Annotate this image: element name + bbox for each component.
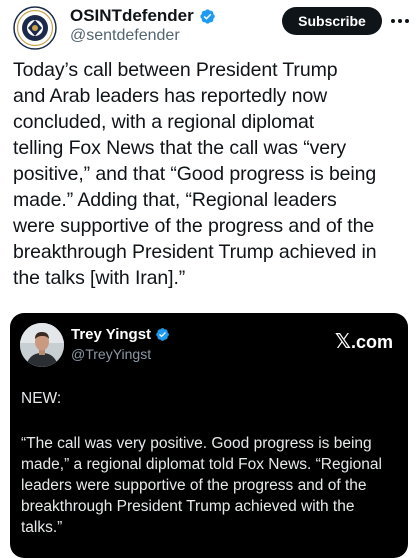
quoted-post-card[interactable]: Trey Yingst @TreyYingst 𝕏.com NEW: “The … bbox=[10, 313, 408, 558]
quoted-post-text: NEW: “The call was very positive. Good p… bbox=[21, 388, 406, 538]
post-text-line: made.” Adding that, “Regional leaders bbox=[13, 189, 337, 211]
osintdefender-logo-icon bbox=[13, 6, 57, 50]
post-text-line: and Arab leaders has reportedly now bbox=[13, 85, 328, 107]
post-text-line: telling Fox News that the call was “very bbox=[13, 137, 347, 159]
quoted-post-text-line: breakthrough President Trump achieved wi… bbox=[21, 498, 355, 515]
author-display-name[interactable]: OSINTdefender bbox=[70, 6, 194, 26]
quoted-post-text-line: talks.” bbox=[21, 519, 63, 536]
author-handle[interactable]: @sentdefender bbox=[70, 27, 180, 45]
x-source-label[interactable]: 𝕏.com bbox=[335, 329, 393, 354]
quoted-author-name-row[interactable]: Trey Yingst bbox=[71, 326, 170, 343]
person-avatar-icon bbox=[20, 323, 64, 367]
post-text-line: the talks [with Iran].” bbox=[13, 267, 186, 289]
x-source-text: .com bbox=[350, 332, 393, 352]
quoted-post-text-line: made,” a regional diplomat told Fox News… bbox=[21, 456, 382, 473]
post-text-line: positive,” and that “Good progress is be… bbox=[13, 163, 377, 185]
post-text-line: were supportive of the progress and of t… bbox=[13, 215, 375, 237]
post-text-line: Today’s call between President Trump bbox=[13, 59, 338, 81]
verified-badge-icon bbox=[156, 328, 169, 341]
post-text-line: breakthrough President Trump achieved in bbox=[13, 241, 377, 263]
x-logo-icon: 𝕏 bbox=[334, 331, 351, 353]
quoted-author-handle[interactable]: @TreyYingst bbox=[71, 346, 151, 362]
post-text-line: concluded, with a regional diplomat bbox=[13, 111, 315, 133]
quoted-author-display-name[interactable]: Trey Yingst bbox=[71, 326, 151, 343]
quoted-post-text-line: leaders were supportive of the progress … bbox=[21, 477, 367, 494]
more-options-icon[interactable] bbox=[390, 13, 410, 29]
quoted-post-text-line: “The call was very positive. Good progre… bbox=[21, 435, 372, 452]
author-avatar[interactable] bbox=[13, 6, 57, 50]
quoted-post-lead: NEW: bbox=[21, 390, 62, 407]
author-name-row[interactable]: OSINTdefender bbox=[70, 6, 216, 26]
post-header: OSINTdefender @sentdefender Subscribe bbox=[0, 0, 418, 56]
subscribe-button[interactable]: Subscribe bbox=[282, 7, 382, 35]
post-text: Today’s call between President Trump and… bbox=[13, 57, 413, 291]
verified-badge-icon bbox=[200, 8, 215, 24]
quoted-author-avatar[interactable] bbox=[20, 323, 64, 367]
